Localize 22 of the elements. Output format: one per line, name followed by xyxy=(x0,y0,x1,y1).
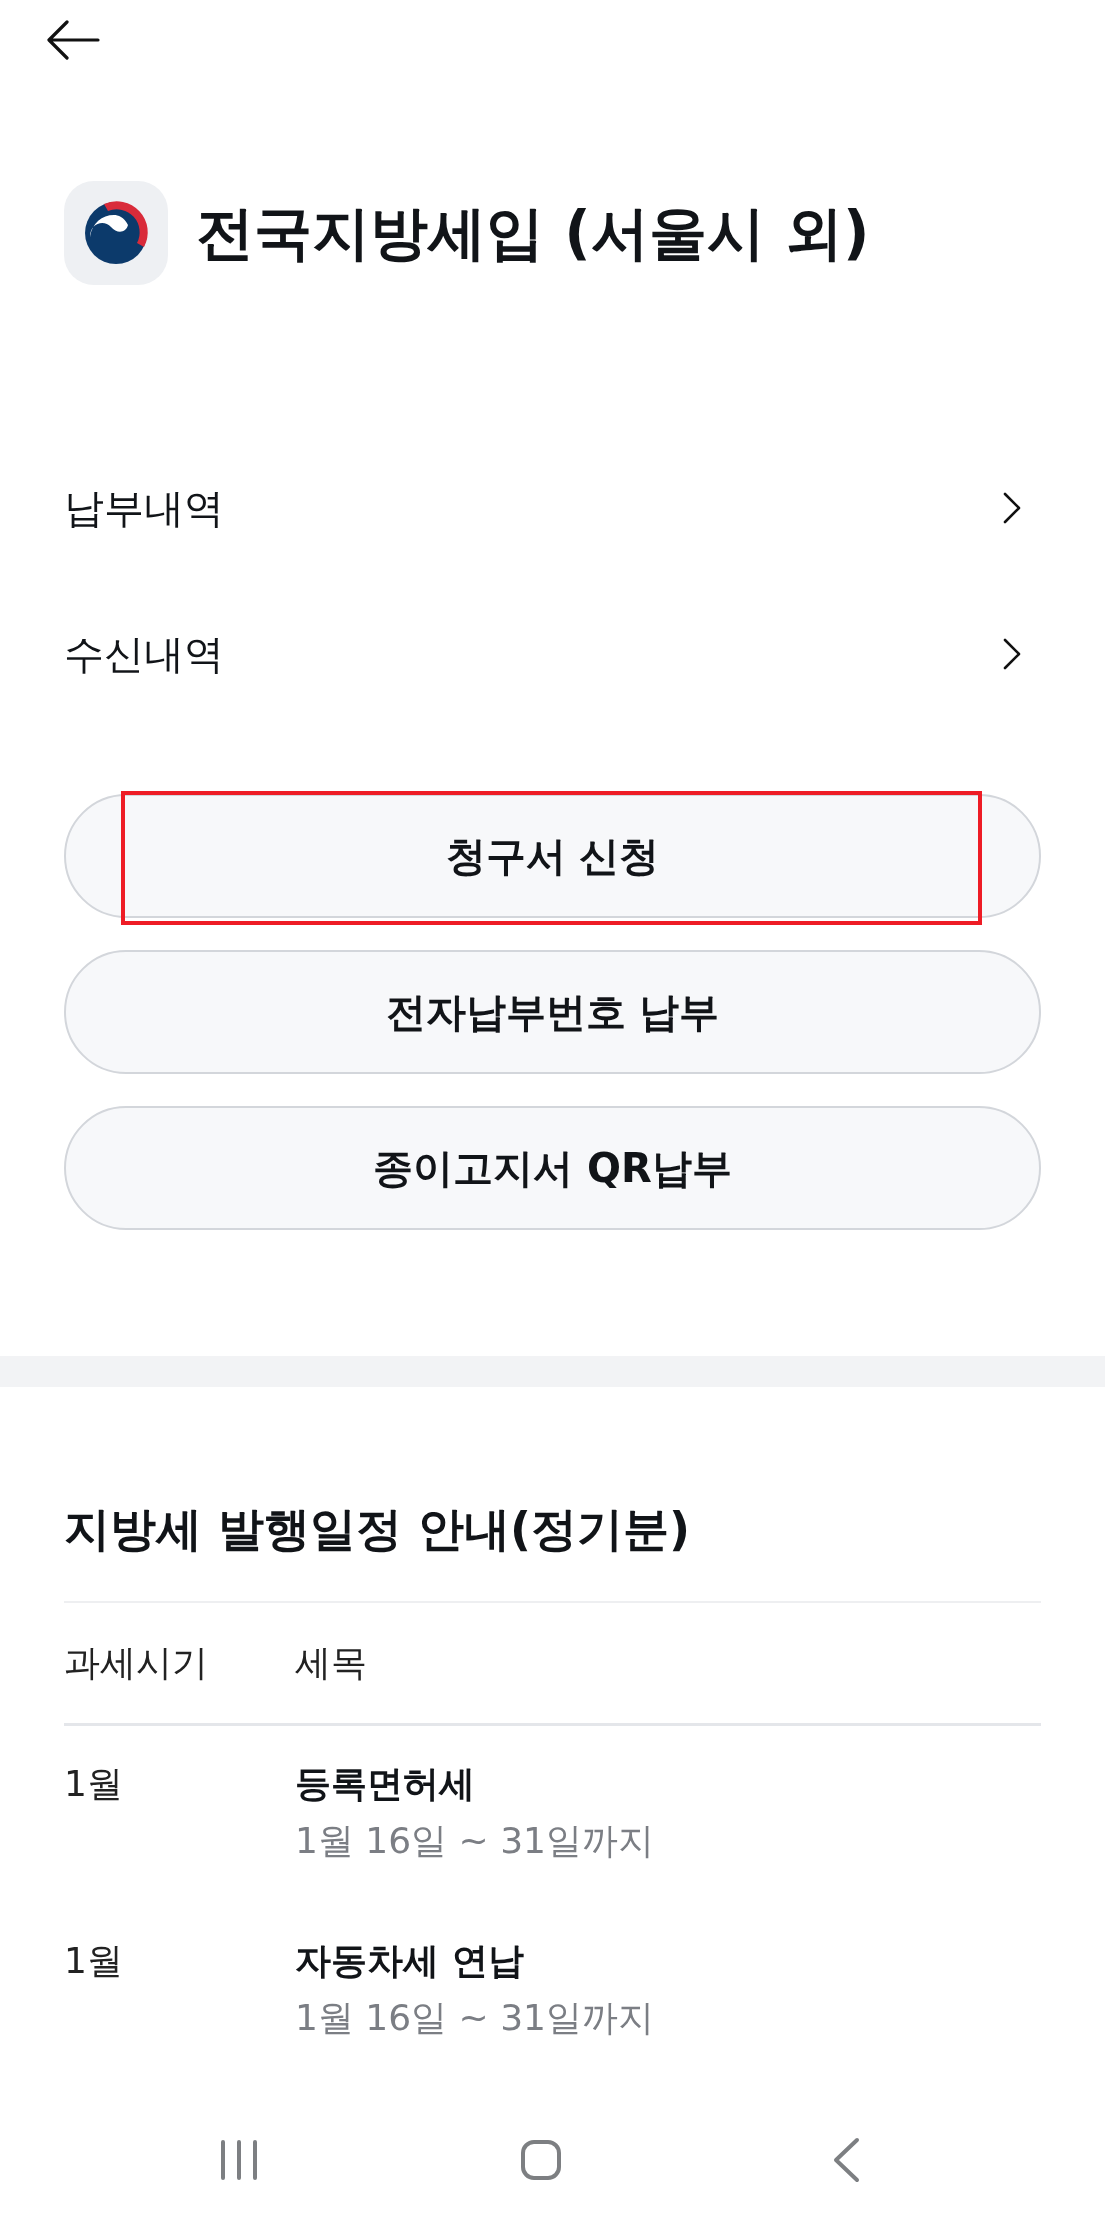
column-heading: 과세시기 xyxy=(64,1641,209,1685)
chevron-right-icon xyxy=(1003,638,1021,670)
home-icon[interactable] xyxy=(521,2140,561,2180)
action-button[interactable]: 종이고지서 QR납부 xyxy=(64,1106,1041,1230)
menu-item[interactable]: 수신내역 xyxy=(64,581,1041,727)
chevron-right-icon xyxy=(1003,492,1021,524)
menu-item[interactable]: 납부내역 xyxy=(64,435,1041,581)
period-text: 1월 xyxy=(64,1939,124,1983)
app-title: 전국지방세입 (서울시 외) xyxy=(196,198,870,268)
tax-name: 등록면허세 xyxy=(295,1762,476,1806)
date-range: 1월 16일 ~ 31일까지 xyxy=(295,1996,654,2040)
back-icon[interactable] xyxy=(832,2137,860,2183)
recent-apps-icon[interactable] xyxy=(220,2139,258,2181)
column-heading: 세목 xyxy=(295,1641,367,1685)
section-title: 지방세 발행일정 안내(정기분) xyxy=(64,1501,692,1557)
back-arrow-icon[interactable] xyxy=(47,20,100,60)
period-text: 1월 xyxy=(64,1762,124,1806)
action-button[interactable]: 청구서 신청 xyxy=(64,794,1041,918)
date-range: 1월 16일 ~ 31일까지 xyxy=(295,1819,654,1863)
action-button[interactable]: 전자납부번호 납부 xyxy=(64,950,1041,1074)
emblem-icon xyxy=(64,181,168,285)
tax-name: 자동차세 연납 xyxy=(295,1939,525,1983)
